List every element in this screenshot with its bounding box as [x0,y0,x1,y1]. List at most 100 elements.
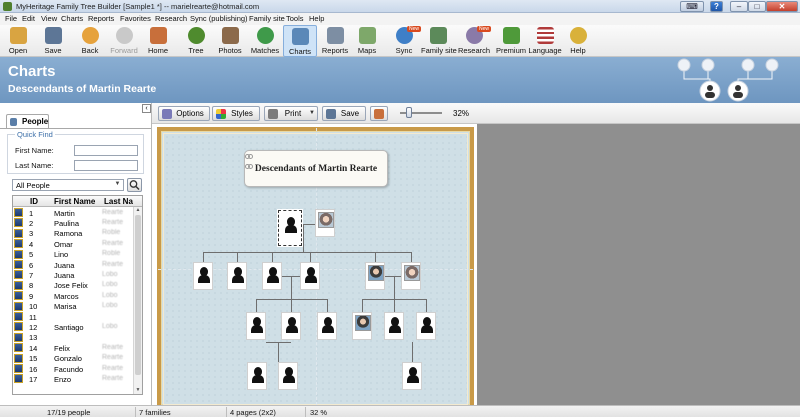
person-card[interactable] [193,262,213,290]
collapse-panel-button[interactable]: ‹ [142,104,151,113]
toolbar-sync-button[interactable]: Sync New [387,25,421,57]
table-row[interactable]: 8 Jose Felix Lobo [13,280,133,290]
chart-save-button[interactable]: Save [322,106,366,121]
person-avatar-icon [14,218,23,228]
person-avatar-icon [14,208,23,217]
help-icon [569,27,587,44]
menu-view[interactable]: View [41,14,57,23]
person-card[interactable] [401,262,421,290]
first-name-input[interactable] [74,145,138,156]
menu-tools[interactable]: Tools [286,14,304,23]
table-row[interactable]: 14 Felix Rearte [13,343,133,353]
row-id: 11 [29,312,37,322]
toolbar-maps-button[interactable]: Maps [350,25,384,57]
toolbar-family-site-button[interactable]: Family site [421,25,457,57]
scroll-down-icon[interactable]: ▼ [134,387,142,394]
person-card[interactable] [247,362,267,390]
toolbar-home-button[interactable]: Home [141,25,175,57]
menu-help[interactable]: Help [309,14,324,23]
table-row[interactable]: 1 Martin Rearte [13,208,133,218]
toolbar-premium-button[interactable]: Premium [494,25,528,57]
menu-family-site[interactable]: Family site [249,14,285,23]
table-row[interactable]: 16 Facundo Rearte [13,364,133,374]
toolbar-reports-button[interactable]: Reports [318,25,352,57]
person-card[interactable] [402,362,422,390]
table-row[interactable]: 17 Enzo Rearte [13,374,133,384]
person-card[interactable] [315,209,335,237]
person-card[interactable] [246,312,266,340]
menu-reports[interactable]: Reports [88,14,114,23]
help-icon[interactable]: ? [710,1,723,12]
menu-edit[interactable]: Edit [22,14,35,23]
scroll-up-icon[interactable]: ▲ [134,207,142,215]
table-row[interactable]: 5 Lino Roble [13,249,133,259]
table-row[interactable]: 6 Juana Rearte [13,260,133,270]
table-row[interactable]: 15 Gonzalo Rearte [13,353,133,363]
minimize-button[interactable]: – [730,1,748,12]
toolbar-back-button[interactable]: Back [73,25,107,57]
person-card[interactable] [227,262,247,290]
person-card[interactable] [416,312,436,340]
table-row[interactable]: 10 Marisa Lobo [13,301,133,311]
home-icon [149,27,167,44]
toolbar-language-button[interactable]: Language [528,25,562,57]
person-avatar-icon [14,343,23,353]
table-row[interactable]: 2 Paulina Rearte [13,218,133,228]
zoom-slider-handle[interactable] [406,107,412,118]
maximize-button[interactable]: □ [748,1,766,12]
column-header-last-name[interactable]: Last Na [104,197,133,206]
close-button[interactable]: ✕ [766,1,798,12]
menu-charts[interactable]: Charts [61,14,83,23]
person-card[interactable] [278,362,298,390]
chart-home-button[interactable] [370,106,388,121]
menu-research[interactable]: Research [155,14,187,23]
person-card-selected[interactable] [277,209,303,247]
tab-people[interactable]: People [6,114,49,128]
toolbar-tree-button[interactable]: Tree [179,25,213,57]
scrollbar-thumb[interactable] [135,215,141,375]
chart-title-box[interactable]: Descendants of Martin Rearte [244,150,388,187]
person-silhouette-icon [252,367,264,383]
chart-print-button[interactable]: Print ▼ [264,106,318,121]
person-card[interactable] [300,262,320,290]
toolbar-research-button[interactable]: Research New [457,25,491,57]
table-row[interactable]: 3 Ramona Roble [13,228,133,238]
person-photo [404,265,420,281]
person-photo [318,212,334,228]
connector-line [256,299,257,312]
last-name-label: Last Name: [15,161,54,170]
chart-options-button[interactable]: Options [158,106,210,121]
people-filter-select[interactable]: All People ▼ [12,179,124,191]
search-button[interactable] [127,178,142,192]
person-card[interactable] [317,312,337,340]
table-row[interactable]: 13 [13,332,133,342]
column-header-first-name[interactable]: First Name [54,197,95,206]
person-photo [355,315,371,331]
toolbar-save-button[interactable]: Save [36,25,70,57]
toolbar-help-button[interactable]: Help [561,25,595,57]
table-row[interactable]: 9 Marcos Lobo [13,291,133,301]
keyboard-icon[interactable]: ⌨ [680,1,704,12]
table-row[interactable]: 12 Santiago Lobo [13,322,133,332]
person-card[interactable] [384,312,404,340]
last-name-input[interactable] [74,160,138,171]
table-scrollbar[interactable]: ▲ ▼ [133,207,142,394]
person-card[interactable] [281,312,301,340]
menu-file[interactable]: File [5,14,17,23]
toolbar-charts-button[interactable]: Charts [283,25,317,57]
person-card[interactable] [365,262,385,290]
toolbar-matches-button[interactable]: Matches [248,25,282,57]
person-card[interactable] [262,262,282,290]
title-bar: MyHeritage Family Tree Builder [Sample1 … [0,0,800,13]
menu-sync[interactable]: Sync (publishing) [190,14,248,23]
menu-favorites[interactable]: Favorites [120,14,151,23]
toolbar-open-button[interactable]: Open [1,25,35,57]
table-row[interactable]: 11 [13,312,133,322]
chart-styles-button[interactable]: Styles [212,106,260,121]
table-row[interactable]: 4 Omar Rearte [13,239,133,249]
column-header-id[interactable]: ID [30,197,38,206]
toolbar-forward-button[interactable]: Forward [107,25,141,57]
person-card[interactable] [352,312,372,340]
table-row[interactable]: 7 Juana Lobo [13,270,133,280]
toolbar-photos-button[interactable]: Photos [213,25,247,57]
